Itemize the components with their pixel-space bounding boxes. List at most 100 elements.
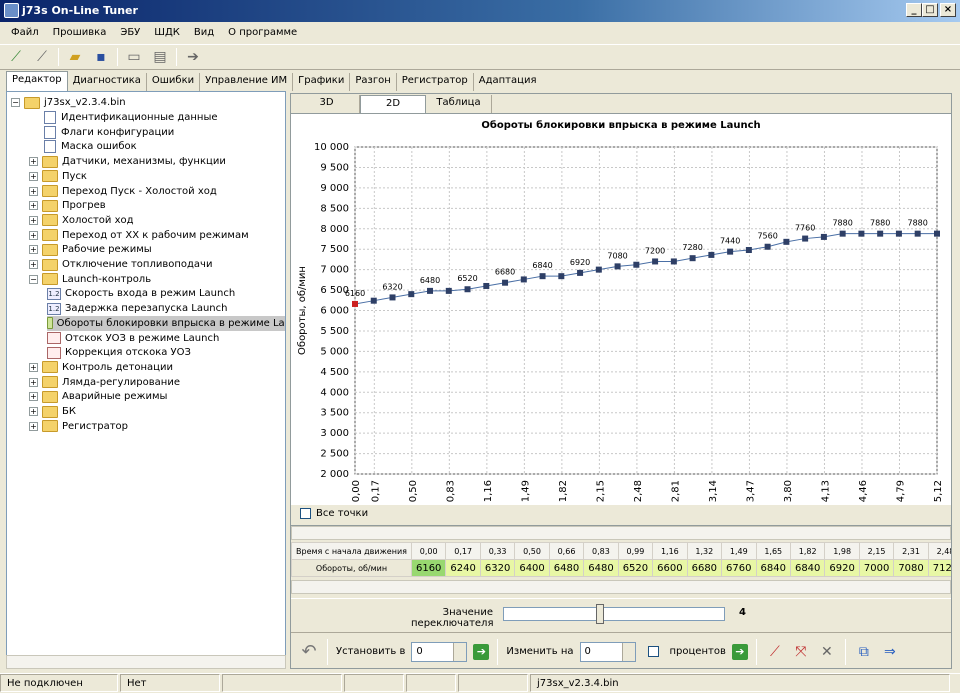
tab-diagnostics[interactable]: Диагностика bbox=[68, 73, 147, 91]
expand-icon[interactable]: + bbox=[29, 230, 38, 240]
tree-item[interactable]: Идентификационные данные bbox=[29, 110, 218, 125]
tree-item[interactable]: Коррекция отскока УОЗ bbox=[47, 345, 191, 360]
tab-logger[interactable]: Регистратор bbox=[397, 73, 474, 91]
connect-icon[interactable]: ⟋ bbox=[6, 47, 26, 67]
tab-3d[interactable]: 3D bbox=[294, 95, 360, 113]
expand-icon[interactable]: + bbox=[29, 245, 38, 255]
interpolate-icon[interactable]: ⟋ bbox=[765, 642, 785, 662]
tree-root[interactable]: − j73sx_v2.3.4.bin bbox=[11, 95, 126, 110]
revs-cell[interactable]: 6600 bbox=[652, 559, 688, 577]
tab-adaptation[interactable]: Адаптация bbox=[474, 73, 542, 91]
expand-icon[interactable]: + bbox=[29, 377, 38, 387]
menu-wbo[interactable]: ШДК bbox=[147, 25, 187, 40]
tree-item[interactable]: + Переход Пуск - Холостой ход bbox=[29, 184, 217, 199]
revs-cell[interactable]: 7000 bbox=[858, 559, 895, 577]
collapse-icon[interactable]: − bbox=[29, 274, 38, 284]
revs-cell[interactable]: 6520 bbox=[617, 559, 654, 577]
expand-icon[interactable]: + bbox=[29, 407, 38, 416]
revs-cell[interactable]: 6760 bbox=[721, 559, 757, 577]
revs-cell[interactable]: 7120 bbox=[927, 559, 951, 577]
minimize-button[interactable]: _ bbox=[906, 3, 922, 17]
tab-2d[interactable]: 2D bbox=[360, 95, 426, 113]
revs-cell[interactable]: 6400 bbox=[514, 559, 550, 577]
read-icon[interactable]: ▭ bbox=[124, 47, 144, 67]
tab-acceleration[interactable]: Разгон bbox=[350, 73, 397, 91]
tree-item[interactable]: + Отключение топливоподачи bbox=[29, 257, 212, 272]
arrow-right-icon[interactable]: ➔ bbox=[183, 47, 203, 67]
slider-thumb[interactable] bbox=[596, 604, 605, 624]
revs-cell[interactable]: 6480 bbox=[548, 559, 585, 577]
expand-icon[interactable]: + bbox=[29, 421, 38, 431]
tree-item[interactable]: + Датчики, механизмы, функции bbox=[29, 154, 226, 169]
tools-icon[interactable]: ✕ bbox=[817, 642, 837, 662]
tree-view[interactable]: − j73sx_v2.3.4.bin Идентификационные данны… bbox=[6, 91, 286, 669]
revs-cell[interactable]: 6480 bbox=[583, 559, 619, 577]
tree-item[interactable]: + Пуск bbox=[29, 169, 87, 184]
tree-item[interactable]: − Launch-контроль bbox=[29, 272, 151, 287]
collapse-icon[interactable]: − bbox=[11, 98, 20, 107]
expand-icon[interactable]: + bbox=[29, 201, 38, 211]
menu-firmware[interactable]: Прошивка bbox=[46, 25, 114, 40]
tab-graphs[interactable]: Графики bbox=[293, 73, 351, 91]
menu-file[interactable]: Файл bbox=[4, 25, 46, 40]
tree-item[interactable]: + Контроль детонации bbox=[29, 360, 173, 375]
tree-item[interactable]: Отскок УОЗ в режиме Launch bbox=[47, 331, 219, 346]
expand-icon[interactable]: + bbox=[29, 362, 38, 372]
disconnect-icon[interactable]: ⟋ bbox=[32, 47, 52, 67]
close-button[interactable]: × bbox=[940, 3, 956, 17]
expand-icon[interactable]: + bbox=[29, 186, 38, 196]
values-table[interactable]: Время с начала движения 0,00 0,17 0,33 0,50 0… bbox=[291, 542, 951, 577]
expand-icon[interactable]: + bbox=[29, 260, 38, 269]
tree-item[interactable]: + БК bbox=[29, 404, 76, 419]
revs-cell[interactable]: 6680 bbox=[686, 559, 723, 577]
tree-item[interactable]: + Регистратор bbox=[29, 419, 128, 434]
tree-item[interactable]: 1.2 Скорость входа в режим Launch bbox=[47, 286, 235, 301]
undo-icon[interactable]: ↶ bbox=[299, 641, 319, 662]
tree-item[interactable]: + Холостой ход bbox=[29, 213, 134, 228]
line-chart[interactable]: 2 000 2 500 3 000 3 500 4 000 4 500 5 000 5 500… bbox=[291, 114, 951, 506]
tree-item[interactable]: 1.2 Задержка перезапуска Launch bbox=[47, 301, 227, 316]
menu-about[interactable]: О программе bbox=[221, 25, 304, 40]
expand-icon[interactable]: + bbox=[29, 171, 38, 181]
tab-errors[interactable]: Ошибки bbox=[147, 73, 201, 91]
tree-item[interactable]: + Прогрев bbox=[29, 198, 106, 213]
apply-set-icon[interactable]: ➔ bbox=[473, 643, 490, 660]
change-by-input[interactable]: 0 bbox=[579, 641, 636, 662]
revs-cell[interactable]: 7080 bbox=[893, 559, 929, 577]
smooth-icon[interactable]: ⤧ bbox=[791, 642, 811, 662]
paste-icon[interactable]: ⇒ bbox=[880, 642, 900, 662]
save-icon[interactable]: ▪ bbox=[91, 47, 111, 67]
tree-horizontal-scrollbar[interactable] bbox=[6, 655, 286, 669]
revs-cell[interactable]: 6840 bbox=[755, 559, 791, 577]
tree-item[interactable]: Обороты блокировки впрыска в режиме Lau bbox=[47, 315, 285, 331]
tree-item[interactable]: + Переход от ХХ к рабочим режимам bbox=[29, 228, 249, 243]
chart-area[interactable]: Обороты блокировки впрыска в режиме Laun… bbox=[291, 113, 951, 505]
all-points-checkbox[interactable] bbox=[300, 508, 311, 519]
menu-ecu[interactable]: ЭБУ bbox=[113, 25, 147, 40]
write-icon[interactable]: ▤ bbox=[150, 47, 170, 67]
percent-checkbox[interactable] bbox=[647, 646, 659, 657]
tree-item[interactable]: Флаги конфигурации bbox=[29, 125, 174, 140]
tab-table[interactable]: Таблица bbox=[426, 95, 492, 113]
switch-slider[interactable] bbox=[503, 604, 725, 624]
tree-item[interactable]: Маска ошибок bbox=[29, 139, 137, 154]
revs-cell[interactable]: 6320 bbox=[479, 559, 516, 577]
maximize-button[interactable]: □ bbox=[922, 3, 938, 17]
revs-cell[interactable]: 6920 bbox=[824, 559, 860, 577]
tab-actuators[interactable]: Управление ИМ bbox=[200, 73, 294, 91]
tab-editor[interactable]: Редактор bbox=[6, 71, 68, 91]
expand-icon[interactable]: + bbox=[29, 157, 38, 167]
tree-item[interactable]: + Лямда-регулирование bbox=[29, 375, 180, 390]
revs-cell[interactable]: 6240 bbox=[445, 559, 481, 577]
expand-icon[interactable]: + bbox=[29, 215, 38, 225]
revs-cell[interactable]: 6160 bbox=[410, 559, 447, 577]
tree-item[interactable]: + Рабочие режимы bbox=[29, 242, 152, 257]
copy-icon[interactable]: ⧉ bbox=[854, 642, 874, 662]
apply-change-icon[interactable]: ➔ bbox=[731, 643, 748, 660]
revs-cell[interactable]: 6840 bbox=[789, 559, 826, 577]
tree-item[interactable]: + Аварийные режимы bbox=[29, 389, 167, 404]
grid-top-scrollbar[interactable] bbox=[291, 526, 951, 540]
data-grid[interactable]: Время с начала движения 0,00 0,17 0,33 0,50 0… bbox=[291, 525, 951, 595]
grid-bottom-scrollbar[interactable] bbox=[291, 580, 951, 594]
all-points-checkbox-row[interactable]: Все точки bbox=[300, 508, 368, 519]
